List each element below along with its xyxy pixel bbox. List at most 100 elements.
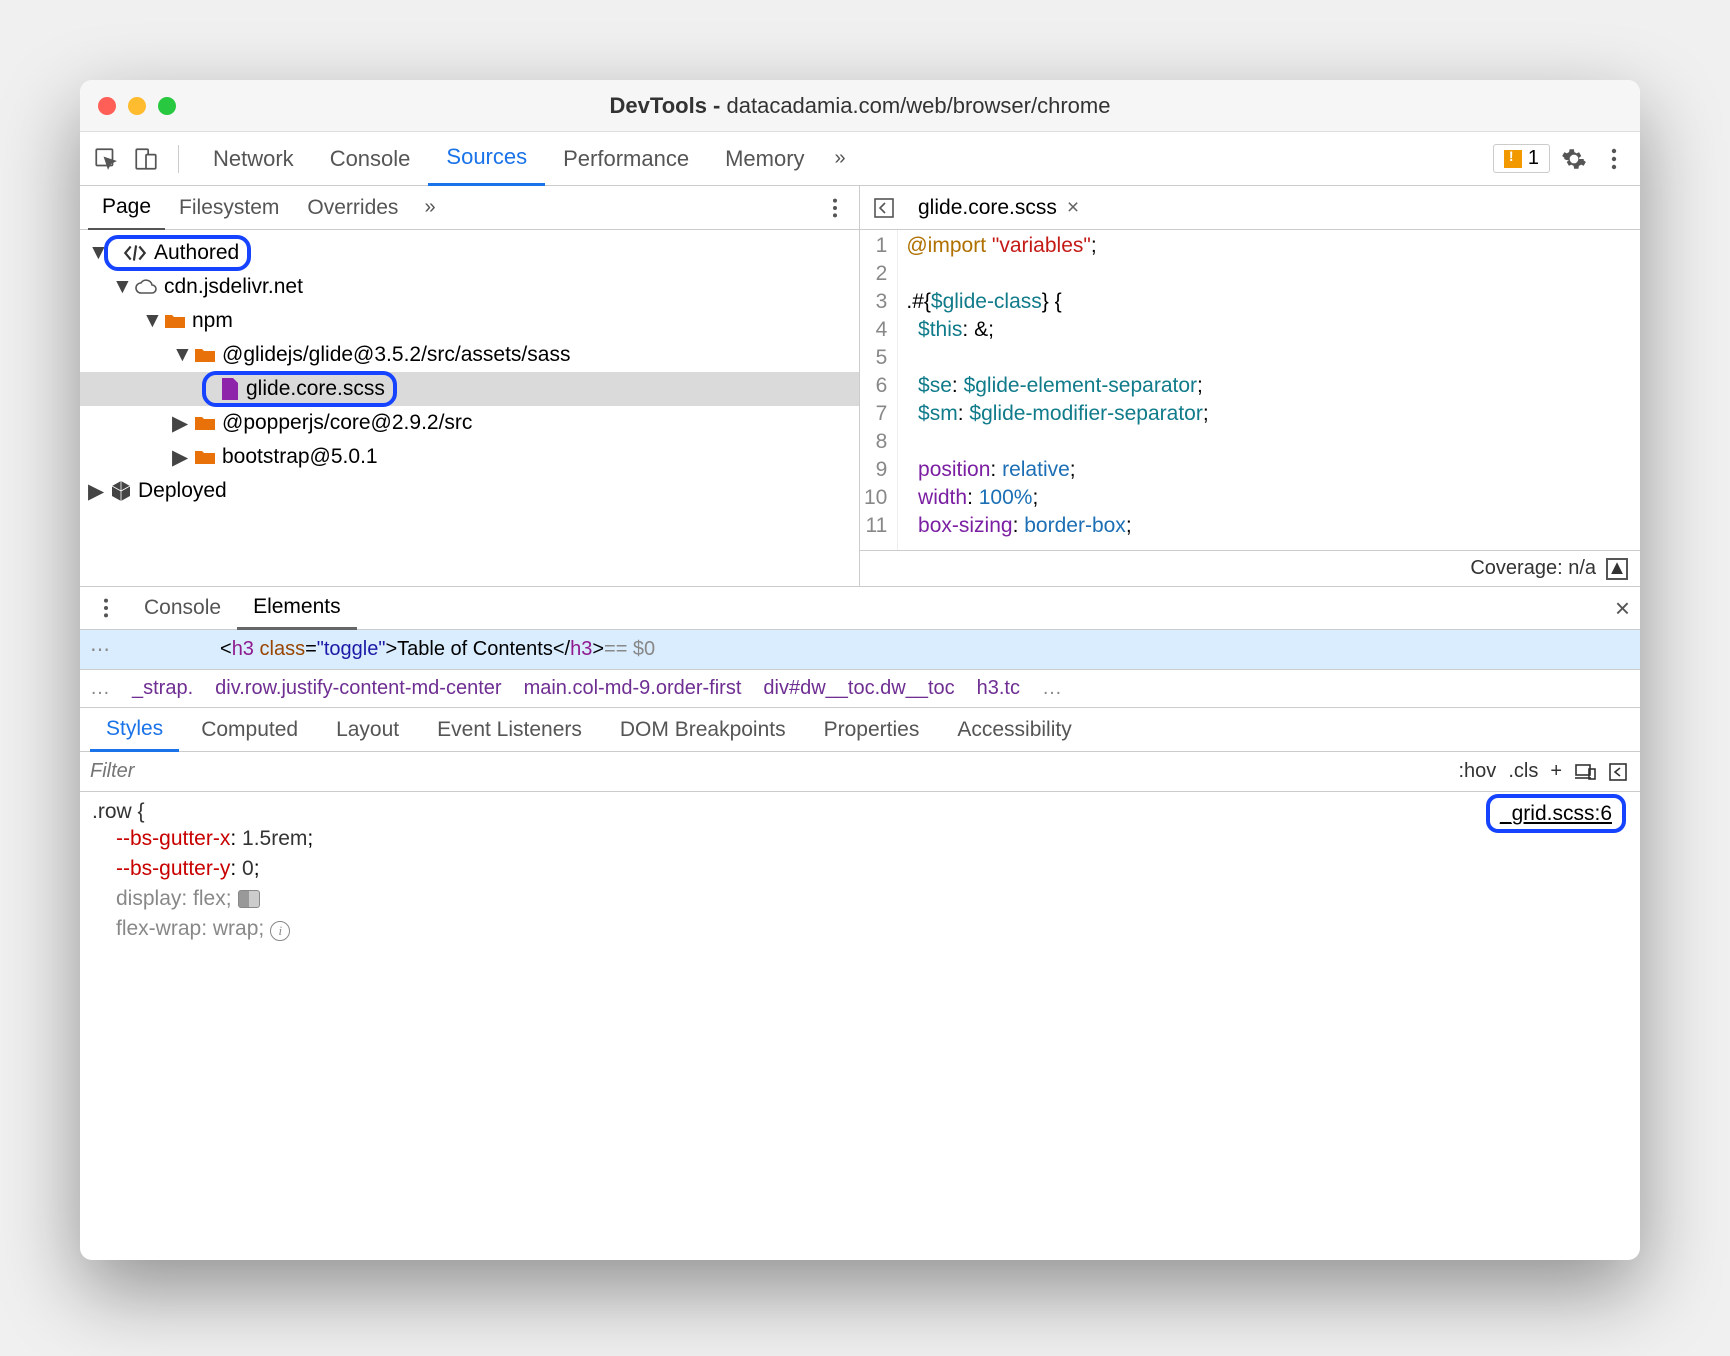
dom-suffix: == $0 xyxy=(604,638,655,661)
nav-back-icon[interactable] xyxy=(868,192,900,224)
breadcrumb-item[interactable]: div.row.justify-content-md-center xyxy=(215,677,501,700)
styles-tabs: StylesComputedLayoutEvent ListenersDOM B… xyxy=(80,708,1640,752)
style-declaration[interactable]: flex-wrap: wrap;i xyxy=(92,914,1628,944)
code-icon xyxy=(122,243,148,263)
tree-label: glide.core.scss xyxy=(246,377,385,401)
inspect-icon[interactable] xyxy=(90,143,122,175)
more-tabs-icon[interactable]: » xyxy=(835,147,846,170)
dom-tag: h3 xyxy=(232,638,254,660)
editor-tab[interactable]: glide.core.scss × xyxy=(910,196,1087,220)
styles-tab-accessibility[interactable]: Accessibility xyxy=(941,708,1087,752)
tree-cdn[interactable]: ▼ cdn.jsdelivr.net xyxy=(80,270,859,304)
flex-swatch-icon[interactable] xyxy=(238,890,260,908)
styles-tab-styles[interactable]: Styles xyxy=(90,708,179,752)
filter-bar: :hov .cls + xyxy=(80,752,1640,792)
breadcrumb: … _strap. div.row.justify-content-md-cente… xyxy=(80,670,1640,708)
drawer-tab-elements[interactable]: Elements xyxy=(237,586,357,630)
warning-icon xyxy=(1504,150,1522,168)
editor-panel: glide.core.scss × 1234567891011 @import … xyxy=(860,186,1640,586)
drawer-kebab-icon[interactable] xyxy=(90,592,122,624)
window-title: DevTools - datacadamia.com/web/browser/c… xyxy=(80,93,1640,119)
style-declaration[interactable]: display: flex; xyxy=(92,884,1628,914)
style-declaration[interactable]: --bs-gutter-y: 0; xyxy=(92,854,1628,884)
tree-label: @glidejs/glide@3.5.2/src/assets/sass xyxy=(222,343,570,367)
warning-badge[interactable]: 1 xyxy=(1493,144,1550,173)
tab-sources[interactable]: Sources xyxy=(428,132,545,186)
title-prefix: DevTools - xyxy=(610,93,727,118)
breadcrumb-item: … xyxy=(1042,677,1062,700)
nav-tab-page[interactable]: Page xyxy=(88,186,165,230)
dom-tag-close: h3 xyxy=(570,638,592,660)
warning-count: 1 xyxy=(1528,147,1539,170)
styles-tab-computed[interactable]: Computed xyxy=(185,708,314,752)
nav-tab-overrides[interactable]: Overrides xyxy=(293,186,412,230)
filter-action[interactable]: .cls xyxy=(1508,760,1538,783)
drawer-tab-console[interactable]: Console xyxy=(128,586,237,630)
titlebar: DevTools - datacadamia.com/web/browser/c… xyxy=(80,80,1640,132)
kebab-icon[interactable] xyxy=(1598,143,1630,175)
filter-input[interactable] xyxy=(80,752,1447,791)
breadcrumb-item[interactable]: main.col-md-9.order-first xyxy=(524,677,742,700)
coverage-text: Coverage: n/a xyxy=(1470,557,1596,580)
rule-source-link[interactable]: _grid.scss:6 xyxy=(1486,802,1626,826)
tree-npm[interactable]: ▼ npm xyxy=(80,304,859,338)
scss-file-icon xyxy=(220,378,240,400)
coverage-bar: Coverage: n/a ▲ xyxy=(860,550,1640,586)
breadcrumb-item[interactable]: _strap. xyxy=(132,677,193,700)
toggle-pane-icon[interactable] xyxy=(1608,762,1628,782)
more-nav-icon[interactable]: » xyxy=(424,196,435,219)
filter-action[interactable]: :hov xyxy=(1459,760,1497,783)
nav-tab-filesystem[interactable]: Filesystem xyxy=(165,186,293,230)
elements-dom-line[interactable]: ⋯ <h3 class="toggle">Table of Contents</… xyxy=(80,630,1640,670)
tab-memory[interactable]: Memory xyxy=(707,132,822,186)
tree-popper[interactable]: ▶ @popperjs/core@2.9.2/src xyxy=(80,406,859,440)
editor-tabs: glide.core.scss × xyxy=(860,186,1640,230)
filter-action[interactable]: + xyxy=(1550,760,1562,783)
styles-tab-event-listeners[interactable]: Event Listeners xyxy=(421,708,598,752)
tree-label: npm xyxy=(192,309,233,333)
separator xyxy=(178,145,179,173)
device-icon[interactable] xyxy=(1574,763,1596,781)
dom-text: Table of Contents xyxy=(397,638,553,660)
rule-selector[interactable]: .row { xyxy=(92,800,1628,824)
main-toolbar: NetworkConsoleSourcesPerformanceMemory »… xyxy=(80,132,1640,186)
folder-icon xyxy=(194,414,216,432)
gear-icon[interactable] xyxy=(1558,143,1590,175)
tab-console[interactable]: Console xyxy=(312,132,429,186)
close-icon[interactable]: × xyxy=(1067,196,1079,220)
breadcrumb-item[interactable]: h3.tc xyxy=(977,677,1020,700)
breadcrumb-item: … xyxy=(90,677,110,700)
styles-tab-layout[interactable]: Layout xyxy=(320,708,415,752)
code-editor[interactable]: 1234567891011 @import "variables";.#{$gl… xyxy=(860,230,1640,550)
navigator-tabs: PageFilesystemOverrides » xyxy=(80,186,859,230)
tree-label: bootstrap@5.0.1 xyxy=(222,445,378,469)
tree-bootstrap[interactable]: ▶ bootstrap@5.0.1 xyxy=(80,440,859,474)
line-gutter: 1234567891011 xyxy=(860,230,898,550)
dom-ellipsis[interactable]: ⋯ xyxy=(90,637,110,662)
styles-tab-properties[interactable]: Properties xyxy=(808,708,936,752)
title-url: datacadamia.com/web/browser/chrome xyxy=(727,93,1111,118)
expand-up-icon[interactable]: ▲ xyxy=(1606,558,1628,580)
folder-icon xyxy=(194,346,216,364)
tree-glidejs[interactable]: ▼ @glidejs/glide@3.5.2/src/assets/sass xyxy=(80,338,859,372)
tree-authored[interactable]: ▼ Authored xyxy=(80,236,859,270)
style-declaration[interactable]: --bs-gutter-x: 1.5rem; xyxy=(92,824,1628,854)
nav-kebab-icon[interactable] xyxy=(819,192,851,224)
dom-val: toggle xyxy=(324,638,379,660)
tree-glide-file[interactable]: glide.core.scss xyxy=(80,372,859,406)
tree-label: cdn.jsdelivr.net xyxy=(164,275,303,299)
folder-icon xyxy=(194,448,216,466)
cube-icon xyxy=(110,480,132,502)
styles-tab-dom-breakpoints[interactable]: DOM Breakpoints xyxy=(604,708,802,752)
styles-body: _grid.scss:6 .row { --bs-gutter-x: 1.5re… xyxy=(80,792,1640,1260)
close-icon[interactable]: × xyxy=(1615,593,1630,624)
drawer-tabs: ConsoleElements × xyxy=(80,586,1640,630)
filter-actions: :hov .cls + xyxy=(1447,760,1641,783)
tab-network[interactable]: Network xyxy=(195,132,312,186)
tree-deployed[interactable]: ▶ Deployed xyxy=(80,474,859,508)
navigator-tree: ▼ Authored ▼ cdn.jsdelivr.net ▼ xyxy=(80,230,859,586)
info-icon[interactable]: i xyxy=(270,921,290,941)
breadcrumb-item[interactable]: div#dw__toc.dw__toc xyxy=(763,677,954,700)
device-icon[interactable] xyxy=(130,143,162,175)
tab-performance[interactable]: Performance xyxy=(545,132,707,186)
